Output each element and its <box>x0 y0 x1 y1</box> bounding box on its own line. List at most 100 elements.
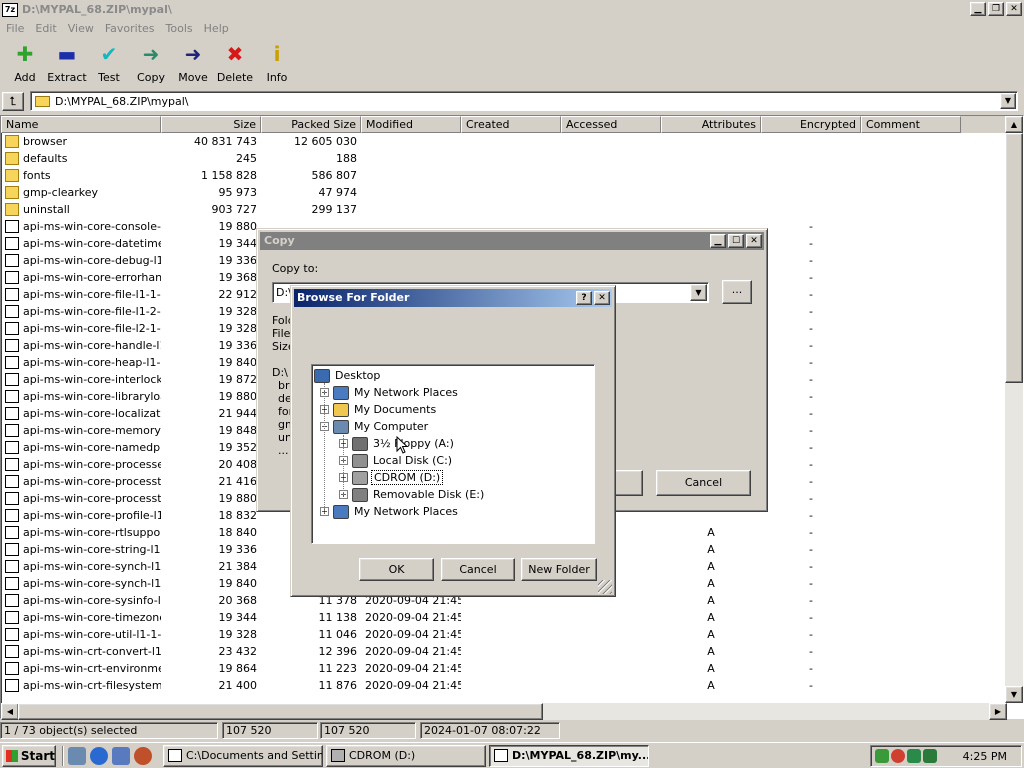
menu-help[interactable]: Help <box>200 22 236 35</box>
file-row[interactable]: api-ms-win-crt-convert-l1-... 23 432 12 39… <box>1 643 1007 660</box>
tray-shield-icon[interactable] <box>891 749 905 763</box>
file-row[interactable]: api-ms-win-crt-filesystem-l... 21 400 11 8… <box>1 677 1007 694</box>
menu-edit[interactable]: Edit <box>31 22 63 35</box>
up-folder-button[interactable]: ⮤ <box>2 92 24 111</box>
minimize-button[interactable]: ▁ <box>970 2 986 16</box>
file-row[interactable]: api-ms-win-core-timezone... 19 344 11 138 2… <box>1 609 1007 626</box>
column-header-attributes[interactable]: Attributes <box>661 116 761 133</box>
vertical-scrollbar[interactable]: ▲ ▼ <box>1005 116 1023 703</box>
tray-status-icon[interactable] <box>923 749 937 763</box>
floppy-drive-icon <box>352 436 368 451</box>
taskbar-button[interactable]: C:\Documents and Settin... <box>163 744 323 767</box>
copy-destination-dropdown[interactable]: ▼ <box>690 284 707 301</box>
scroll-left-button[interactable]: ◀ <box>1 703 19 720</box>
media-player-icon[interactable] <box>134 746 152 765</box>
maximize-button[interactable]: ❐ <box>988 2 1004 16</box>
column-header-modified[interactable]: Modified <box>361 116 461 133</box>
file-row[interactable]: defaults 245 188 <box>1 150 1007 167</box>
file-row[interactable]: api-ms-win-core-util-l1-1-0... 19 328 11 0… <box>1 626 1007 643</box>
vertical-scroll-thumb[interactable] <box>1005 133 1023 383</box>
tree-node[interactable]: + My Network Places <box>320 503 460 520</box>
browse-cancel-button[interactable]: Cancel <box>441 558 515 581</box>
extract-button[interactable]: ▬ Extract <box>46 37 88 87</box>
address-combo[interactable]: D:\MYPAL_68.ZIP\mypal\ ▼ <box>30 91 1018 111</box>
copy-cancel-button[interactable]: Cancel <box>656 470 751 496</box>
copy-button[interactable]: ➜ Copy <box>130 37 172 87</box>
clock[interactable]: 4:25 PM <box>963 750 1007 763</box>
menu-view[interactable]: View <box>64 22 101 35</box>
cell-size: 19 840 <box>218 356 258 369</box>
browse-button[interactable]: ... <box>722 280 752 304</box>
folder-icon <box>35 95 50 107</box>
tree-node[interactable]: + My Network Places <box>320 384 460 401</box>
delete-button[interactable]: ✖ Delete <box>214 37 256 87</box>
tree-node[interactable]: + CDROM (D:) <box>339 469 444 486</box>
column-header-created[interactable]: Created <box>461 116 561 133</box>
file-row[interactable]: browser 40 831 743 12 605 030 <box>1 133 1007 150</box>
new-folder-button[interactable]: New Folder <box>521 558 597 581</box>
file-row[interactable]: gmp-clearkey 95 973 47 974 <box>1 184 1007 201</box>
horizontal-scrollbar[interactable]: ◀ ▶ <box>1 703 1007 720</box>
scroll-right-button[interactable]: ▶ <box>989 703 1007 720</box>
browse-ok-button[interactable]: OK <box>359 558 434 581</box>
copy-close-button[interactable]: ✕ <box>746 234 762 248</box>
move-button[interactable]: ➜ Move <box>172 37 214 87</box>
column-header-packed-size[interactable]: Packed Size <box>261 116 361 133</box>
my-documents-icon <box>333 402 349 417</box>
taskbar-button[interactable]: CDROM (D:) <box>326 744 486 767</box>
copy-minimize-button[interactable]: ▁ <box>710 234 726 248</box>
file-name-cell: api-ms-win-core-debug-l1-... <box>1 254 161 267</box>
menu-file[interactable]: File <box>2 22 31 35</box>
column-header-size[interactable]: Size <box>161 116 261 133</box>
tray-safely-remove-icon[interactable] <box>907 749 921 763</box>
browse-close-button[interactable]: ✕ <box>594 291 610 305</box>
cell-size: 19 352 <box>218 441 258 454</box>
cell-size: 19 344 <box>218 237 258 250</box>
info-button[interactable]: i Info <box>256 37 298 87</box>
tree-node-label: CDROM (D:) <box>371 470 444 485</box>
tree-node[interactable]: Desktop <box>314 367 382 384</box>
add-button[interactable]: ✚ Add <box>4 37 46 87</box>
show-desktop-icon[interactable] <box>68 746 86 765</box>
close-button[interactable]: ✕ <box>1006 2 1022 16</box>
internet-explorer-icon[interactable] <box>90 746 108 765</box>
menu-favorites[interactable]: Favorites <box>101 22 162 35</box>
file-row[interactable]: fonts 1 158 828 586 807 <box>1 167 1007 184</box>
tray-network-icon[interactable] <box>875 749 889 763</box>
window-title-bar[interactable]: 7z D:\MYPAL_68.ZIP\mypal\ ▁ ❐ ✕ <box>0 0 1024 19</box>
copy-dialog-title-bar[interactable]: Copy <box>260 232 764 250</box>
test-button[interactable]: ✔ Test <box>88 37 130 87</box>
file-row[interactable]: api-ms-win-crt-environme... 19 864 11 223 2… <box>1 660 1007 677</box>
folder-tree[interactable]: Desktop + My Network Places + My Documents − M… <box>311 364 595 544</box>
file-name: api-ms-win-crt-convert-l1-... <box>23 645 161 658</box>
explorer-icon[interactable] <box>112 746 130 765</box>
browse-dialog-title-bar[interactable]: Browse For Folder <box>294 289 612 307</box>
address-dropdown-button[interactable]: ▼ <box>1000 93 1016 109</box>
menu-tools[interactable]: Tools <box>162 22 200 35</box>
help-button[interactable]: ? <box>576 291 592 305</box>
file-icon <box>5 509 19 522</box>
resize-grip[interactable] <box>598 580 612 594</box>
scroll-down-button[interactable]: ▼ <box>1005 686 1023 703</box>
file-name: api-ms-win-core-file-l1-1-0... <box>23 288 161 301</box>
column-header-comment[interactable]: Comment <box>861 116 961 133</box>
cell-size: 20 368 <box>218 594 258 607</box>
tree-node[interactable]: + Removable Disk (E:) <box>339 486 486 503</box>
start-button[interactable]: Start <box>2 744 56 767</box>
tree-node[interactable]: − My Computer <box>320 418 430 435</box>
copy-maximize-button[interactable]: ☐ <box>728 234 744 248</box>
column-header-encrypted[interactable]: Encrypted <box>761 116 861 133</box>
scroll-up-button[interactable]: ▲ <box>1005 116 1023 133</box>
column-header-accessed[interactable]: Accessed <box>561 116 661 133</box>
file-icon <box>5 543 19 556</box>
file-icon <box>5 441 19 454</box>
file-row[interactable]: uninstall 903 727 299 137 <box>1 201 1007 218</box>
7zip-app-icon[interactable]: 7z <box>2 2 18 17</box>
tree-node[interactable]: + My Documents <box>320 401 438 418</box>
tree-node[interactable]: + Local Disk (C:) <box>339 452 454 469</box>
file-name-cell: browser <box>1 135 161 148</box>
taskbar-button[interactable]: D:\MYPAL_68.ZIP\my... <box>489 744 649 767</box>
file-name: api-ms-win-crt-environme... <box>23 662 161 675</box>
horizontal-scroll-thumb[interactable] <box>18 703 543 720</box>
column-header-name[interactable]: Name <box>1 116 161 133</box>
